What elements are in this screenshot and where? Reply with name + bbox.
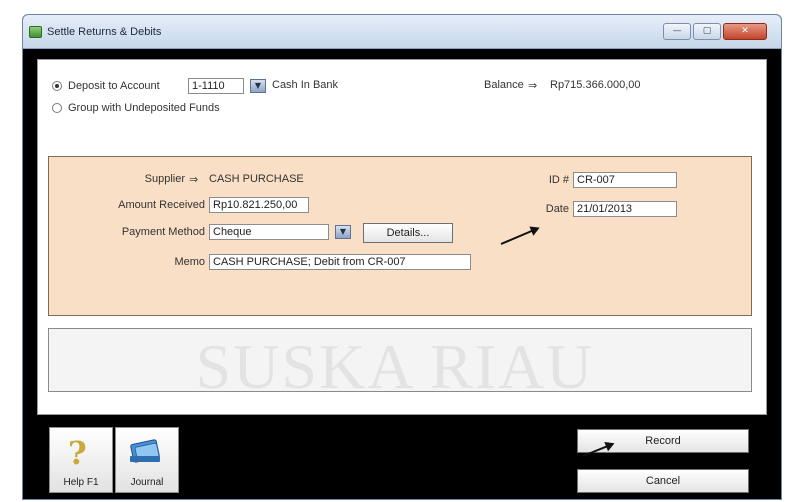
- cancel-button[interactable]: Cancel: [577, 469, 749, 493]
- account-name: Cash In Bank: [272, 79, 339, 91]
- payment-details-panel: Supplier ⇒ CASH PURCHASE Amount Received…: [48, 156, 752, 316]
- memo-field[interactable]: CASH PURCHASE; Debit from CR-007: [209, 254, 471, 270]
- main-content: Deposit to Account 1-1110 ▼ Cash In Bank…: [37, 59, 767, 415]
- app-icon: [29, 26, 42, 38]
- bottom-toolbar: ? Help F1 Journal Record Cancel: [23, 417, 781, 499]
- payment-method-field[interactable]: Cheque: [209, 224, 329, 240]
- group-label: Group with Undeposited Funds: [68, 102, 220, 114]
- account-dropdown-icon[interactable]: ▼: [250, 79, 266, 93]
- supplier-value: CASH PURCHASE: [209, 173, 304, 185]
- details-button[interactable]: Details...: [363, 223, 453, 243]
- deposit-to-account-option[interactable]: Deposit to Account: [52, 78, 160, 94]
- supplier-arrow-icon: ⇒: [189, 174, 199, 186]
- group-undeposited-option[interactable]: Group with Undeposited Funds: [52, 100, 220, 116]
- record-button[interactable]: Record: [577, 429, 749, 453]
- id-label: ID #: [548, 174, 569, 186]
- help-button[interactable]: ? Help F1: [49, 427, 113, 493]
- balance-value: Rp715.366.000,00: [550, 79, 641, 91]
- group-radio[interactable]: [52, 103, 62, 113]
- empty-details-area: [48, 328, 752, 392]
- close-button[interactable]: ✕: [723, 23, 767, 40]
- help-icon: ?: [68, 434, 87, 472]
- settle-returns-window: Settle Returns & Debits — ▢ ✕ Deposit to…: [22, 14, 782, 500]
- deposit-label: Deposit to Account: [68, 80, 160, 92]
- balance-label: Balance: [484, 79, 524, 91]
- date-label: Date: [545, 203, 569, 215]
- account-number-field[interactable]: 1-1110: [188, 78, 244, 94]
- journal-label: Journal: [130, 477, 164, 488]
- payment-method-dropdown-icon[interactable]: ▼: [335, 225, 351, 239]
- payment-method-label: Payment Method: [121, 226, 205, 238]
- pointer-arrow-icon: [500, 227, 539, 245]
- date-field[interactable]: 21/01/2013: [573, 201, 677, 217]
- title-bar[interactable]: Settle Returns & Debits — ▢ ✕: [23, 15, 781, 49]
- deposit-radio[interactable]: [52, 81, 62, 91]
- amount-received-field[interactable]: Rp10.821.250,00: [209, 197, 309, 213]
- help-label: Help F1: [63, 477, 99, 488]
- journal-icon: [126, 436, 166, 466]
- journal-button[interactable]: Journal: [115, 427, 179, 493]
- id-field[interactable]: CR-007: [573, 172, 677, 188]
- window-title: Settle Returns & Debits: [47, 26, 162, 38]
- minimize-button[interactable]: —: [663, 23, 691, 40]
- maximize-button[interactable]: ▢: [693, 23, 721, 40]
- amount-received-label: Amount Received: [118, 199, 205, 211]
- balance-arrow-icon: ⇒: [528, 80, 538, 92]
- supplier-label: Supplier: [144, 173, 185, 185]
- memo-label: Memo: [174, 256, 205, 268]
